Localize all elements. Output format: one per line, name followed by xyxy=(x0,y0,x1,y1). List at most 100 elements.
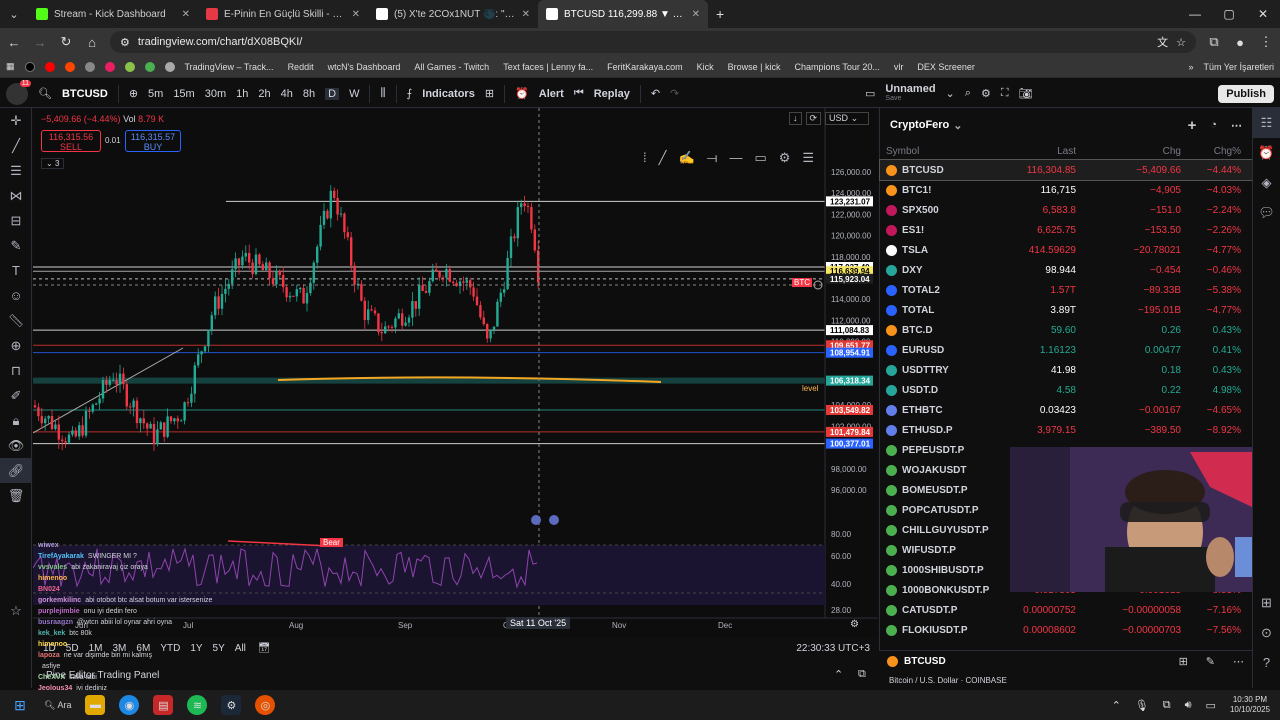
interval-2h[interactable]: 2h xyxy=(258,88,270,100)
fib-tool-icon[interactable]: ☰ xyxy=(0,158,32,183)
restore-panel-icon[interactable]: ⧉ xyxy=(858,668,866,681)
android-bookmark-icon[interactable] xyxy=(144,61,155,72)
indicators-button[interactable]: Indicators xyxy=(422,88,475,100)
watchlist-row[interactable]: ETHUSD.P 3,979.15 −389.50 −8.92% xyxy=(880,420,1252,440)
notifications-icon[interactable]: ⊙ xyxy=(1253,618,1280,648)
lock-tool-icon[interactable]: 🔒︎ xyxy=(0,408,32,433)
horizontal-ray-icon[interactable]: — xyxy=(729,150,742,166)
battery-icon[interactable]: ▭ xyxy=(1206,699,1216,712)
currency-select[interactable]: USD ⌄ xyxy=(825,112,870,125)
yandex-bookmark-icon[interactable] xyxy=(104,61,115,72)
tray-chevron-icon[interactable]: ⌃ xyxy=(1112,699,1121,712)
bookmark-item[interactable]: Reddit xyxy=(288,62,314,72)
mic-icon[interactable]: 🎙︎ xyxy=(1135,699,1149,712)
close-tab-icon[interactable]: ✕ xyxy=(182,9,190,20)
watchlist-row[interactable]: TSLA 414.59629 −20.78021 −4.77% xyxy=(880,240,1252,260)
horizontal-line-icon[interactable]: ⟞ xyxy=(707,150,718,166)
col-chg[interactable]: Chg xyxy=(1076,146,1181,157)
watchlist-row[interactable]: SPX500 6,583.8 −151.0 −2.24% xyxy=(880,200,1252,220)
new-tab-button[interactable]: + xyxy=(708,6,732,22)
interval-8h[interactable]: 8h xyxy=(303,88,315,100)
watchlist-row[interactable]: CATUSDT.P 0.00000752 −0.00000058 −7.16% xyxy=(880,600,1252,620)
more-icon[interactable]: ⋯ xyxy=(1231,119,1242,132)
user-avatar[interactable]: 11 xyxy=(6,79,31,105)
grid-icon[interactable]: ⊞ xyxy=(1179,655,1188,668)
ruler-tool-icon[interactable]: 📏︎ xyxy=(0,308,32,333)
pattern-tool-icon[interactable]: ⋈ xyxy=(0,183,32,208)
publish-button[interactable]: Publish xyxy=(1218,84,1274,103)
watchlist-row[interactable]: USDT.D 4.58 0.22 4.98% xyxy=(880,380,1252,400)
translate-icon[interactable]: 文 xyxy=(1157,34,1168,50)
bookmark-item[interactable]: TradingView – Track... xyxy=(185,62,274,72)
watchlist-row[interactable]: USDTTRY 41.98 0.18 0.43% xyxy=(880,360,1252,380)
interval-15m[interactable]: 15m xyxy=(173,88,194,100)
collapse-indicators[interactable]: ⌄ 3 xyxy=(41,158,65,169)
redo-icon[interactable]: ↷ xyxy=(670,87,679,100)
watchlist-row[interactable]: FLOKIUSDT.P 0.00008602 −0.00000703 −7.56% xyxy=(880,620,1252,640)
bookmarks-more-icon[interactable]: » xyxy=(1188,62,1193,72)
watchlist-row[interactable]: BTC.D 59.60 0.26 0.43% xyxy=(880,320,1252,340)
network-icon[interactable]: ⧉ xyxy=(1163,699,1171,712)
reddit-bookmark-icon[interactable] xyxy=(64,61,75,72)
alerts-icon[interactable]: ⏰ xyxy=(1253,138,1280,168)
minimize-button[interactable]: — xyxy=(1178,0,1212,28)
link-tool-icon[interactable]: 🔗︎ xyxy=(0,458,32,483)
browser-tab[interactable]: BTCUSD 116,299.88 ▼ −4.45% ✕ xyxy=(538,0,708,28)
forward-icon[interactable]: → xyxy=(32,35,48,50)
bookmark-item[interactable]: FeritKarakaya.com xyxy=(607,62,683,72)
layout-icon[interactable]: ▭ xyxy=(865,87,875,100)
maximize-button[interactable]: ▢ xyxy=(1212,0,1246,28)
col-chgpct[interactable]: Chg% xyxy=(1181,146,1241,157)
close-tab-icon[interactable]: ✕ xyxy=(522,9,530,20)
profile-icon[interactable]: ● xyxy=(1232,35,1248,50)
watchlist-row[interactable]: DXY 98.944 −0.454 −0.46% xyxy=(880,260,1252,280)
col-symbol[interactable]: Symbol xyxy=(886,146,1016,157)
taskbar-clock[interactable]: 10:30 PM 10/10/2025 xyxy=(1230,695,1270,715)
snapshot-icon[interactable]: 📷︎ xyxy=(1019,87,1033,100)
interval-30m[interactable]: 30m xyxy=(205,88,226,100)
taskbar-search[interactable]: 🔍︎ Ara xyxy=(44,700,71,711)
browser-tab[interactable]: E-Pinin En Güçlü Skilli - Pindirin ✕ xyxy=(198,0,368,28)
magnet-tool-icon[interactable]: ⊓ xyxy=(0,358,32,383)
add-symbol-icon[interactable]: + xyxy=(1188,117,1197,134)
pencil-lock-icon[interactable]: ✐ xyxy=(0,383,32,408)
extensions-icon[interactable]: ⧉ xyxy=(1206,34,1222,50)
youtube-bookmark-icon[interactable] xyxy=(44,61,55,72)
quick-search-icon[interactable]: ⌕ xyxy=(965,87,971,100)
bookmark-item[interactable]: wtcN's Dashboard xyxy=(328,62,401,72)
maximize-panel-icon[interactable]: ⌃ xyxy=(834,668,843,681)
trash-tool-icon[interactable]: 🗑︎ xyxy=(0,483,32,508)
chevron-down-icon[interactable]: ⌄ xyxy=(953,119,962,132)
alert-icon[interactable]: ⏰ xyxy=(515,87,529,100)
bookmark-item[interactable]: DEX Screener xyxy=(917,62,975,72)
watchlist-row[interactable]: TOTAL2 1.57T −89.33B −5.38% xyxy=(880,280,1252,300)
browser-tab[interactable]: (5) X'te 2COx1NUT 🌑: "Wo0t ✕ xyxy=(368,0,538,28)
watchlist-row[interactable]: TOTAL 3.89T −195.01B −4.77% xyxy=(880,300,1252,320)
date-range-icon[interactable]: 📅︎ xyxy=(258,643,271,654)
info-more-icon[interactable]: ⋯ xyxy=(1233,655,1244,668)
settings-icon[interactable]: ⚙ xyxy=(981,87,991,100)
chat-icon[interactable]: 💬︎ xyxy=(1253,198,1280,228)
data-window-icon[interactable]: ◈ xyxy=(1253,168,1280,198)
utc-clock[interactable]: 22:30:33 UTC+3 xyxy=(796,643,878,654)
menu-icon[interactable]: ⋮ xyxy=(1258,34,1274,50)
symbol-search-icon[interactable]: 🔍︎ xyxy=(38,87,52,100)
reload-icon[interactable]: ↻ xyxy=(58,34,74,50)
zoom-tool-icon[interactable]: ⊕ xyxy=(0,333,32,358)
favorites-star-icon[interactable]: ☆ xyxy=(0,598,32,623)
undo-icon[interactable]: ↶ xyxy=(651,87,660,100)
eye-tool-icon[interactable]: 👁︎ xyxy=(0,433,32,458)
back-icon[interactable]: ← xyxy=(6,35,22,50)
auto-scale-icon[interactable]: ⟳ xyxy=(805,112,822,125)
all-bookmarks[interactable]: Tüm Yer İşaretleri xyxy=(1203,62,1274,72)
bookmark-g-icon[interactable] xyxy=(124,61,135,72)
templates-icon[interactable]: ⊞ xyxy=(485,87,494,100)
text-tool-icon[interactable]: T xyxy=(0,258,32,283)
interval-D[interactable]: D xyxy=(325,87,340,100)
drag-handle-icon[interactable]: ⁞ xyxy=(643,150,647,166)
bookmark-item[interactable]: vlr xyxy=(894,62,904,72)
scroll-down-icon[interactable]: ↓ xyxy=(789,112,802,125)
bookmark-star-icon[interactable]: ☆ xyxy=(1176,36,1186,49)
interval-5m[interactable]: 5m xyxy=(148,88,163,100)
fib-icon[interactable]: ⚙ xyxy=(779,150,791,166)
